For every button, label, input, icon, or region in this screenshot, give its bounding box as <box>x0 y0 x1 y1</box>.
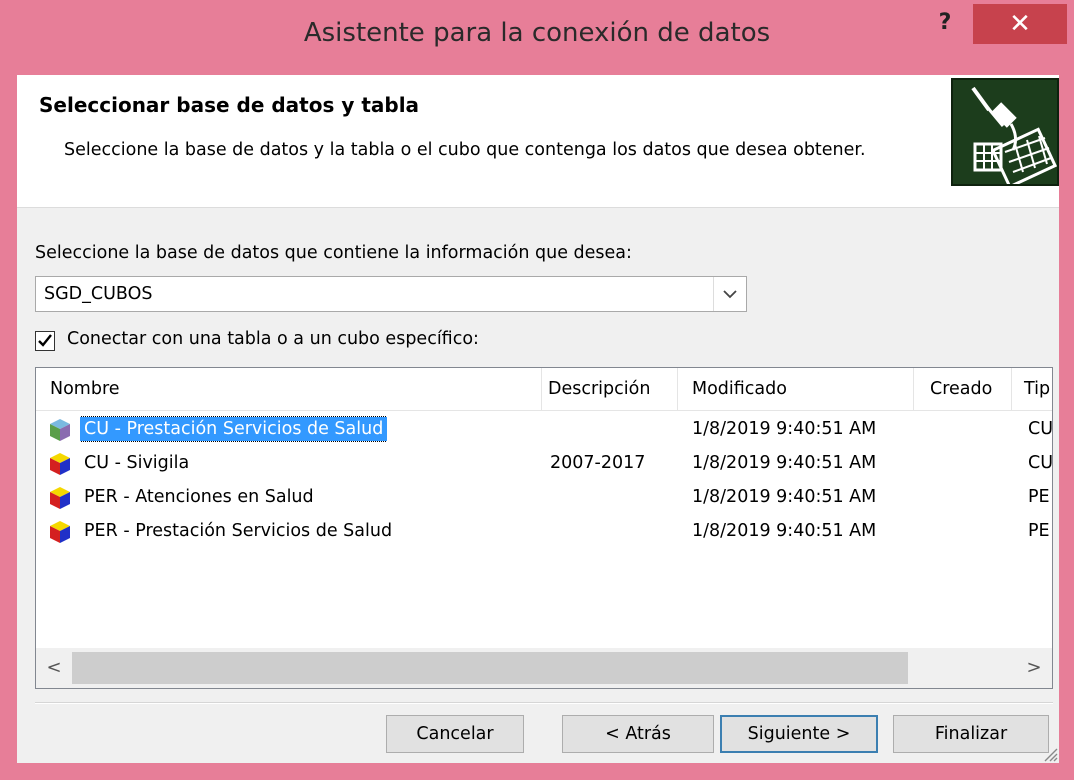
wizard-header: Seleccionar base de datos y tabla Selecc… <box>17 75 1059 208</box>
table-row[interactable]: CU - Prestación Servicios de Salud 1/8/2… <box>36 412 1052 446</box>
database-label: Seleccione la base de datos que contiene… <box>35 243 632 263</box>
row-type: CU <box>1028 419 1052 439</box>
step-description: Seleccione la base de datos y la tabla o… <box>64 140 866 160</box>
resize-grip-icon[interactable] <box>1039 743 1059 763</box>
row-modified: 1/8/2019 9:40:51 AM <box>692 453 877 473</box>
row-name: PER - Atenciones en Salud <box>84 487 314 507</box>
dialog-body: Seleccionar base de datos y tabla Selecc… <box>17 75 1059 763</box>
cube-icon <box>50 487 70 509</box>
column-header-creado[interactable]: Creado <box>914 368 1012 410</box>
table-row[interactable]: PER - Prestación Servicios de Salud 1/8/… <box>36 514 1052 548</box>
chevron-down-icon[interactable] <box>713 277 746 311</box>
cube-icon <box>50 419 70 441</box>
column-header-nombre[interactable]: Nombre <box>36 368 542 410</box>
window-title: Asistente para la conexión de datos <box>303 18 771 48</box>
next-button[interactable]: Siguiente > <box>720 715 878 753</box>
title-bar[interactable]: Asistente para la conexión de datos ? ✕ <box>0 0 1074 75</box>
database-select-value: SGD_CUBOS <box>44 284 153 304</box>
row-type: PE <box>1028 521 1050 541</box>
footer-divider <box>35 702 1053 704</box>
row-modified: 1/8/2019 9:40:51 AM <box>692 487 877 507</box>
connect-specific-table-label: Conectar con una tabla o a un cubo espec… <box>67 329 479 349</box>
table-row[interactable]: CU - Sivigila 2007-2017 1/8/2019 9:40:51… <box>36 446 1052 480</box>
database-select[interactable]: SGD_CUBOS <box>35 276 747 312</box>
scroll-right-arrow-icon[interactable]: > <box>1016 648 1052 688</box>
table-row[interactable]: PER - Atenciones en Salud 1/8/2019 9:40:… <box>36 480 1052 514</box>
cube-icon <box>50 521 70 543</box>
column-header-modificado[interactable]: Modificado <box>678 368 914 410</box>
scrollbar-track[interactable] <box>72 652 1016 684</box>
row-modified: 1/8/2019 9:40:51 AM <box>692 419 877 439</box>
row-name: CU - Sivigila <box>84 453 190 473</box>
row-type: CU <box>1028 453 1052 473</box>
step-title: Seleccionar base de datos y tabla <box>39 93 420 117</box>
back-button[interactable]: < Atrás <box>562 715 714 753</box>
row-description: 2007-2017 <box>550 453 646 473</box>
cubes-list-view[interactable]: Nombre Descripción Modificado Creado Tip… <box>35 367 1053 689</box>
data-connection-icon <box>951 78 1059 189</box>
connection-wizard-dialog: Asistente para la conexión de datos ? ✕ … <box>0 0 1074 780</box>
scrollbar-thumb[interactable] <box>72 652 908 684</box>
help-button[interactable]: ? <box>925 6 965 46</box>
close-button[interactable]: ✕ <box>973 4 1067 44</box>
column-header-tipo[interactable]: Tip <box>1012 368 1052 410</box>
row-type: PE <box>1028 487 1050 507</box>
cube-icon <box>50 453 70 475</box>
cancel-button[interactable]: Cancelar <box>386 715 524 753</box>
row-name: CU - Prestación Servicios de Salud <box>80 416 388 442</box>
row-modified: 1/8/2019 9:40:51 AM <box>692 521 877 541</box>
scroll-left-arrow-icon[interactable]: < <box>36 648 72 688</box>
column-header-descripcion[interactable]: Descripción <box>542 368 678 410</box>
connect-specific-table-checkbox[interactable] <box>35 331 55 351</box>
row-name: PER - Prestación Servicios de Salud <box>84 521 393 541</box>
horizontal-scrollbar[interactable]: < > <box>36 648 1052 688</box>
list-header: Nombre Descripción Modificado Creado Tip <box>36 368 1052 411</box>
finish-button[interactable]: Finalizar <box>893 715 1049 753</box>
